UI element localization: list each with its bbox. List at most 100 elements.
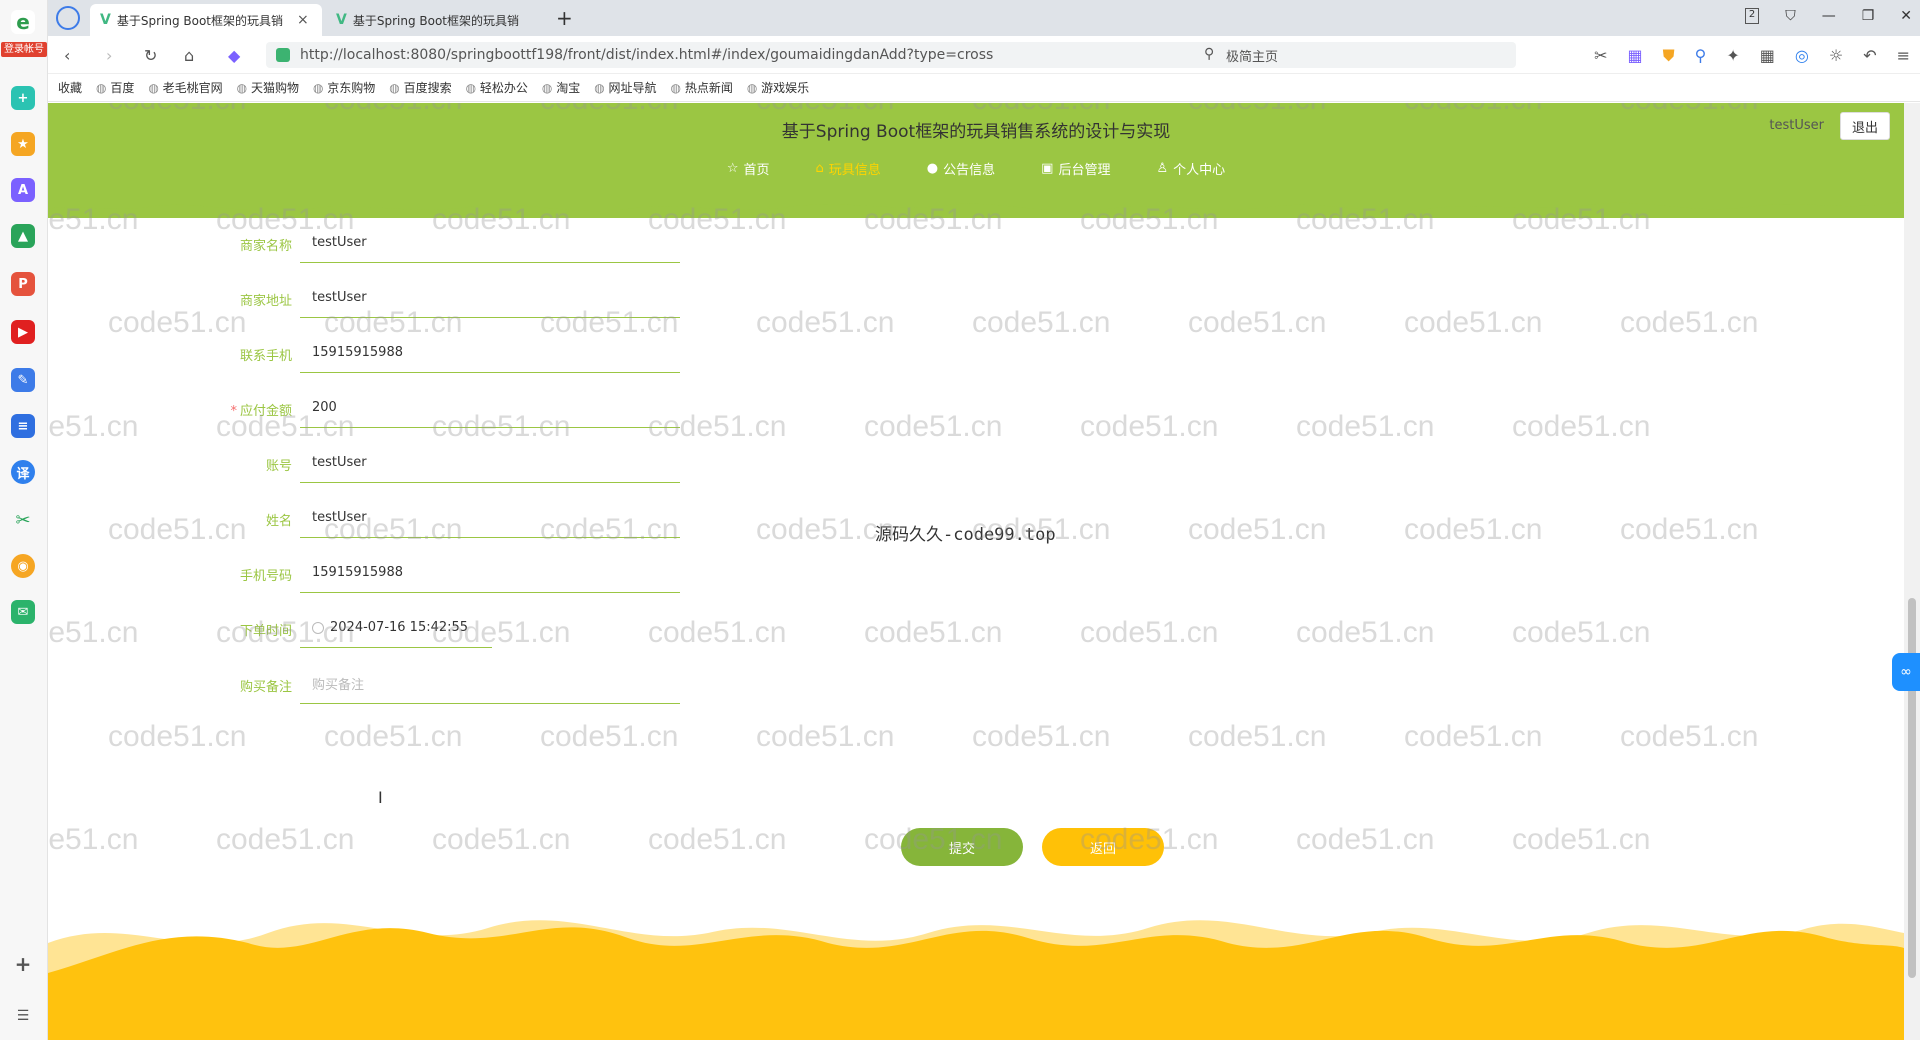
sync-icon[interactable]: ◎ [1795,46,1809,66]
field-label-text: 应付金额 [239,404,292,419]
bookmark-item[interactable]: 百度 [96,79,134,96]
home-icon[interactable]: ⌂ [184,46,194,65]
watermark-text: code51.cn [48,823,139,856]
bookmark-item[interactable]: 百度搜索 [389,79,452,96]
menu-item[interactable]: ● 公告信息 [927,159,995,178]
page-scrollbar[interactable] [1904,103,1920,1040]
restore-button[interactable]: ❐ [1862,8,1875,24]
star-app-icon[interactable]: ★ [11,132,35,156]
watermark-text: code51.cn [48,410,139,443]
logout-button[interactable]: 退出 [1840,112,1890,140]
field-label: 联系手机 [208,345,292,364]
watermark-text: code51.cn [756,306,895,339]
scissors-icon[interactable]: ✂ [11,508,35,532]
back-button[interactable]: 返回 [1042,828,1164,866]
back-icon[interactable]: ‹ [64,46,70,65]
field-input[interactable]: 15915915988 [300,553,680,593]
undo-icon[interactable]: ↶ [1863,46,1876,66]
url-input[interactable]: http://localhost:8080/springboottf198/fr… [266,42,1224,68]
plus-app-icon[interactable]: + [11,86,35,110]
navigator-icon[interactable] [56,6,80,30]
floating-assistant-icon[interactable]: ∞ [1892,653,1920,691]
field-input[interactable]: 购买备注 [300,664,680,704]
field-label-text: 账号 [265,459,292,474]
bookmark-item[interactable]: 轻松办公 [466,79,528,96]
field-input[interactable]: testUser [300,498,680,538]
extension-icon[interactable]: ✦ [1726,46,1739,66]
menu-icon[interactable]: ≡ [1897,46,1910,66]
site-header: 基于Spring Boot框架的玩具销售系统的设计与实现 testUser 退出… [48,103,1904,218]
list-icon[interactable]: ☰ [11,1004,35,1028]
zoom-icon[interactable]: ⚲ [1695,46,1707,66]
doc-ai-icon[interactable]: ≡ [11,414,35,438]
coupon-icon[interactable]: ⛊ [1663,46,1675,66]
close-tab-icon[interactable]: × [297,12,309,28]
menu-item[interactable]: ♙ 个人中心 [1156,159,1225,178]
add-icon[interactable]: + [11,952,35,976]
watermark-text: code51.cn [864,410,1003,443]
menu-item-icon: ♙ [1156,161,1169,176]
translate-tool-icon[interactable]: ▦ [1627,46,1642,66]
mail-icon[interactable]: ✉ [11,600,35,624]
bookmark-item[interactable]: 热点新闻 [671,79,733,96]
brightness-icon[interactable]: ☼ [1829,46,1843,66]
browser-side-rail: e 登录帐号 + ★ A ▲ P ▶ ✎ ≡ 译 ✂ ◉ ✉ + ☰ [0,0,48,1040]
tab-second[interactable]: V 基于Spring Boot框架的玩具销 [326,4,558,36]
watermark-text: code51.cn [1620,513,1759,546]
bookmark-item[interactable]: 老毛桃官网 [148,79,223,96]
bookmark-item[interactable]: 京东购物 [313,79,375,96]
menu-item[interactable]: ☆ 首页 [727,159,770,178]
menu-item-label: 首页 [743,163,770,178]
field-label-text: 购买备注 [239,680,292,695]
ai-icon[interactable]: ◆ [228,46,240,65]
reload-icon[interactable]: ↻ [144,46,157,65]
cut-icon[interactable]: ✂ [1594,46,1607,66]
watermark-text: code51.cn [756,720,895,753]
footer-wave [48,920,1904,1040]
tab-count-badge[interactable]: 2 [1744,8,1760,24]
field-input[interactable]: testUser [300,278,680,318]
field-input[interactable]: 2024-07-16 15:42:55 [300,608,492,648]
new-tab-button[interactable]: + [556,6,573,30]
text-cursor-icon: I [378,788,383,807]
search-input[interactable]: ⚲ 极简主页 [1196,42,1516,68]
login-badge[interactable]: 登录帐号 [1,42,47,57]
field-label-text: 下单时间 [239,624,292,639]
grid-icon[interactable]: ▦ [1760,46,1775,66]
watermark-text: code51.cn [108,720,247,753]
bookmark-item[interactable]: 游戏娱乐 [747,79,809,96]
field-input[interactable]: 200 [300,388,680,428]
field-input[interactable]: testUser [300,223,680,263]
video-ai-icon[interactable]: ▶ [11,320,35,344]
bookmark-item[interactable]: 天猫购物 [237,79,299,96]
pdf-ai-icon[interactable]: P [11,272,35,296]
translate-icon[interactable]: 译 [11,460,35,484]
field-input[interactable]: testUser [300,443,680,483]
close-window-button[interactable]: ✕ [1900,8,1912,24]
submit-button[interactable]: 提交 [901,828,1023,866]
watermark-text: code51.cn [1296,823,1435,856]
minimize-button[interactable]: — [1822,8,1836,24]
required-mark: * [230,404,237,419]
tab-active[interactable]: V 基于Spring Boot框架的玩具销 × [90,4,322,36]
ai-app-icon[interactable]: A [11,178,35,202]
skin-icon[interactable]: ⛉ [1785,8,1796,24]
edit-ai-icon[interactable]: ✎ [11,368,35,392]
bookmark-item[interactable]: 网址导航 [594,79,657,96]
browser-logo-icon[interactable]: e [11,10,35,34]
field-input[interactable]: 15915915988 [300,333,680,373]
watermark-text: code51.cn [972,720,1111,753]
image-ai-icon[interactable]: ▲ [11,224,35,248]
web-page: 基于Spring Boot框架的玩具销售系统的设计与实现 testUser 退出… [48,103,1904,1040]
bookmark-item[interactable]: 淘宝 [542,79,580,96]
menu-item[interactable]: ⌂ 玩具信息 [816,159,881,178]
bookmark-favorites[interactable]: 收藏 [58,79,82,96]
menu-item[interactable]: ▣ 后台管理 [1041,159,1110,178]
watermark-text: code51.cn [1620,306,1759,339]
weibo-icon[interactable]: ◉ [11,554,35,578]
main-menu: ☆ 首页 ⌂ 玩具信息 ● 公告信息 ▣ 后台管理 ♙ 个人中心 [48,159,1904,178]
field-label-text: 商家地址 [239,294,292,309]
watermark-text: code51.cn [108,306,247,339]
forward-icon[interactable]: › [106,46,112,65]
field-value: testUser [312,455,367,470]
